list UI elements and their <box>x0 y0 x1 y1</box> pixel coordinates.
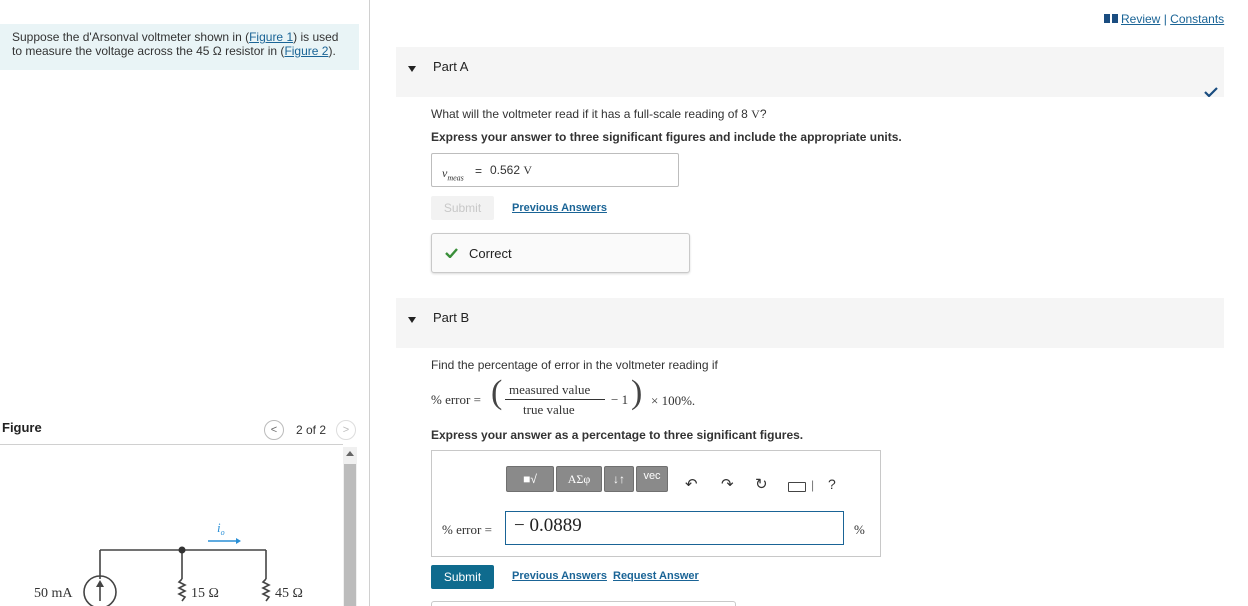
formula-numerator: measured value <box>509 382 591 397</box>
part-a-answer-field[interactable]: vmeas = 0.562 V <box>431 153 679 187</box>
figure-label: Figure <box>2 420 42 435</box>
right-paren: ) <box>631 374 643 411</box>
part-b-title: Part B <box>433 310 470 325</box>
part-a-previous-answers-link[interactable]: Previous Answers <box>512 202 607 214</box>
reset-icon[interactable]: ↻ <box>755 475 768 493</box>
pane-divider[interactable] <box>369 0 370 606</box>
review-constants-links: Review | Constants <box>1104 12 1224 26</box>
resistor-15-label: 15 Ω <box>191 586 219 601</box>
part-b-submit-button[interactable]: Submit <box>431 565 494 589</box>
percent-unit: % <box>854 522 865 537</box>
vector-button[interactable]: vec <box>636 466 668 492</box>
part-b-instructions: Express your answer as a percentage to t… <box>431 428 804 442</box>
part-b-header[interactable]: Part B <box>396 298 1224 348</box>
figure-header: Figure < 2 of 2 > <box>0 414 359 444</box>
problem-text-3: ). <box>328 44 336 58</box>
greek-symbols-button[interactable]: ΑΣφ <box>556 466 602 492</box>
toolbar-separator: | <box>811 478 815 492</box>
caret-down-icon[interactable] <box>408 66 416 72</box>
part-b-previous-answers-link[interactable]: Previous Answers <box>512 570 607 582</box>
left-paren: ( <box>491 374 503 411</box>
undo-icon[interactable]: ↶ <box>685 475 698 493</box>
figure-counter: 2 of 2 <box>296 423 327 437</box>
figure-scrollbar[interactable] <box>343 447 357 606</box>
feedback-box-partial <box>431 601 736 606</box>
formula-minus-one: − 1 <box>611 392 629 407</box>
constants-link[interactable]: Constants <box>1170 12 1224 26</box>
chevron-right-icon[interactable]: > <box>336 420 356 440</box>
feedback-box: Correct <box>431 233 690 273</box>
chevron-left-icon[interactable]: < <box>264 420 284 440</box>
formula-times: × 100%. <box>651 393 696 408</box>
redo-icon[interactable]: ↷ <box>721 475 734 493</box>
variable-label: vmeas <box>442 166 464 183</box>
caret-down-icon[interactable] <box>408 317 416 323</box>
circuit-diagram: io 50 mA 15 Ω 45 Ω <box>34 520 303 606</box>
part-b-answer-input[interactable]: − 0.0889 <box>505 511 844 545</box>
part-a-question: What will the voltmeter read if it has a… <box>431 107 767 121</box>
scroll-up-icon[interactable] <box>346 451 354 456</box>
part-a-answer-value: 0.562 V <box>490 163 533 177</box>
help-icon[interactable]: ? <box>828 476 836 492</box>
request-answer-link[interactable]: Request Answer <box>613 570 699 582</box>
part-a-submit-button[interactable]: Submit <box>431 196 494 220</box>
checkmark-icon <box>445 248 458 258</box>
resistor-45-label: 45 Ω <box>275 586 303 601</box>
equals-sign: = <box>475 164 483 178</box>
keyboard-icon[interactable] <box>788 482 806 492</box>
figure-2-link[interactable]: Figure 2 <box>284 44 328 58</box>
resistor-15-icon <box>177 578 187 602</box>
part-a-title: Part A <box>433 59 469 74</box>
answer-input-label: % error = <box>442 522 492 537</box>
junction-node <box>178 546 186 554</box>
figure-viewport: io 50 mA 15 Ω 45 Ω <box>0 444 343 606</box>
formula-lhs: % error = <box>431 392 481 407</box>
links-separator: | <box>1160 12 1171 26</box>
part-a-instructions: Express your answer to three significant… <box>431 130 902 144</box>
templates-button[interactable]: ■√ <box>506 466 554 492</box>
part-a-header[interactable]: Part A <box>396 47 1224 97</box>
current-arrow-icon <box>236 538 241 544</box>
checkmark-icon <box>1204 87 1218 97</box>
error-formula: % error = ( measured value true value − … <box>431 374 731 420</box>
book-icon <box>1104 14 1118 24</box>
arrows-button[interactable]: ↓↑ <box>604 466 634 492</box>
problem-statement: Suppose the d'Arsonval voltmeter shown i… <box>0 24 359 70</box>
review-link[interactable]: Review <box>1121 12 1160 26</box>
problem-text-1: Suppose the d'Arsonval voltmeter shown i… <box>12 30 250 44</box>
fraction-bar <box>505 399 605 400</box>
formula-denominator: true value <box>523 402 575 417</box>
answer-editor: ■√ ΑΣφ ↓↑ vec ↶ ↷ ↻ | ? % error = − 0.08… <box>431 450 881 557</box>
feedback-text: Correct <box>469 246 512 261</box>
part-b-question: Find the percentage of error in the volt… <box>431 358 718 372</box>
current-label: io <box>217 520 225 537</box>
source-label: 50 mA <box>34 586 73 601</box>
scroll-thumb[interactable] <box>344 464 356 606</box>
figure-1-link[interactable]: Figure 1 <box>249 30 293 44</box>
resistor-45-icon <box>261 578 271 602</box>
